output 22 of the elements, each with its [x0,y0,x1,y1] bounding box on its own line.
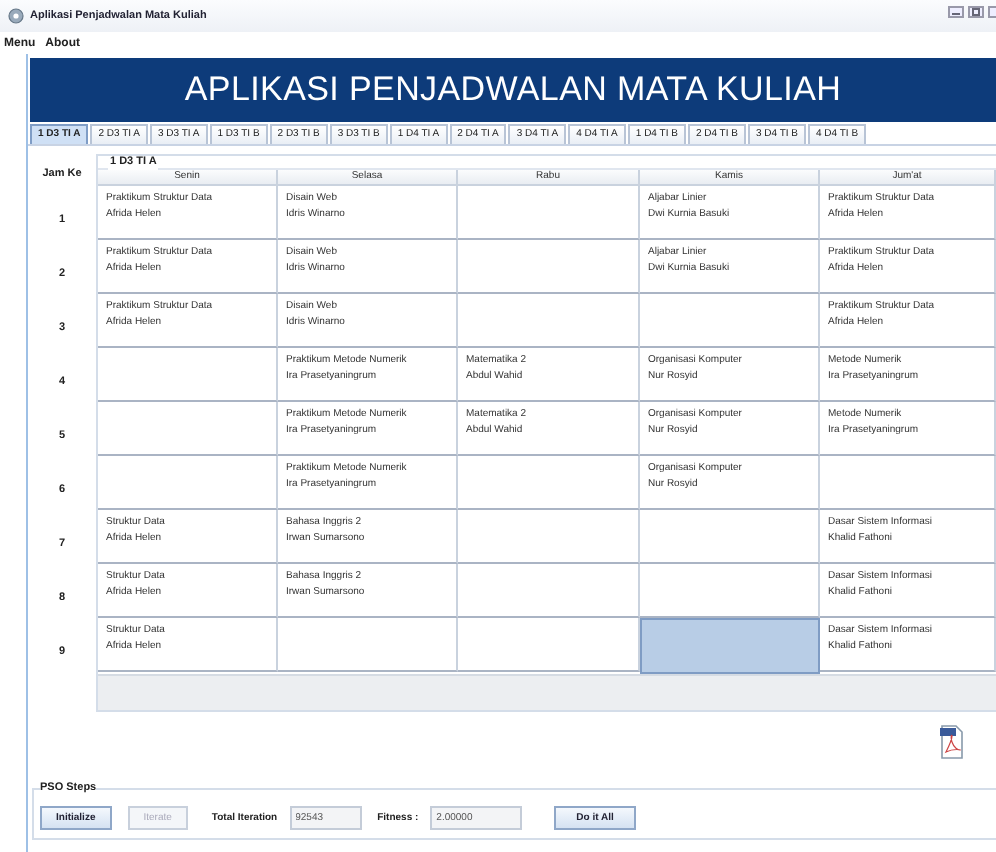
app-icon [8,8,24,24]
table-cell[interactable] [640,564,820,618]
table-cell[interactable] [458,240,640,294]
table-cell[interactable] [458,456,640,510]
table-cell[interactable] [458,294,640,348]
close-icon[interactable] [988,6,996,18]
table-cell[interactable] [820,456,996,510]
maximize-icon[interactable] [968,6,984,18]
table-cell[interactable] [458,564,640,618]
table-cell[interactable] [640,618,820,674]
minimize-icon[interactable] [948,6,964,18]
table-cell[interactable] [98,456,278,510]
table-cell[interactable] [640,294,820,348]
table-cell[interactable] [640,510,820,564]
pdf-file-icon[interactable] [940,724,964,760]
banner-title: APLIKASI PENJADWALAN MATA KULIAH [184,70,842,110]
table-cell[interactable] [98,402,278,456]
table-cell[interactable] [458,618,640,672]
table-cell[interactable] [458,510,640,564]
table-cell[interactable] [458,186,640,240]
table-cell[interactable] [98,348,278,402]
table-cell[interactable] [278,618,458,672]
